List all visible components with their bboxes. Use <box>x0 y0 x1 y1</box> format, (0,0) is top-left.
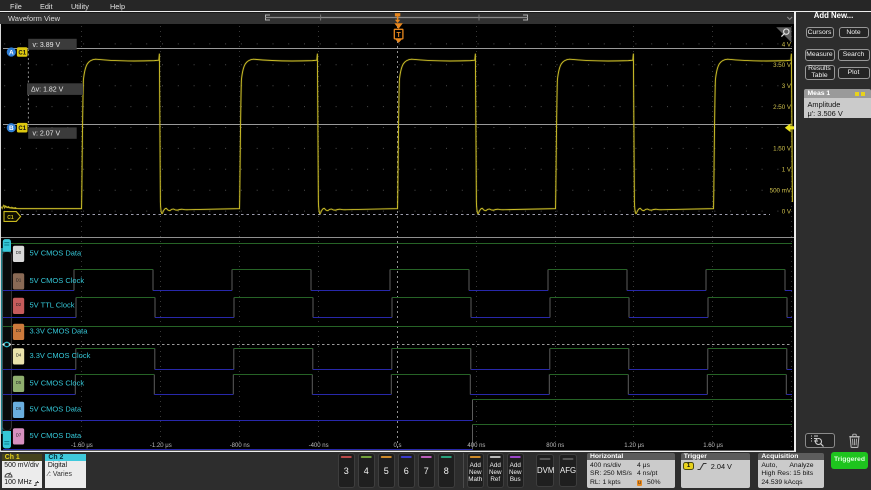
svg-text:Δv: 1.82 V: Δv: 1.82 V <box>31 87 64 94</box>
svg-text:C1: C1 <box>7 215 14 221</box>
svg-text:5V CMOS Clock: 5V CMOS Clock <box>30 379 85 388</box>
svg-text:C1: C1 <box>18 51 26 57</box>
svg-text:500 mV: 500 mV <box>770 187 792 194</box>
svg-text:400 ns: 400 ns <box>467 443 485 449</box>
svg-text:5V CMOS Data: 5V CMOS Data <box>30 249 83 258</box>
svg-text:2.50 V: 2.50 V <box>773 104 792 111</box>
svg-text:1.50 V: 1.50 V <box>773 146 792 153</box>
svg-text:4 V: 4 V <box>782 42 792 49</box>
svg-text:3.50 V: 3.50 V <box>773 62 792 69</box>
svg-text:-1.60 μs: -1.60 μs <box>71 443 93 449</box>
svg-text:5V TTL Clock: 5V TTL Clock <box>30 301 75 310</box>
svg-text:0 V: 0 V <box>782 208 792 215</box>
svg-text:5V CMOS Data: 5V CMOS Data <box>30 405 83 414</box>
svg-text:D1: D1 <box>16 278 22 283</box>
svg-text:Waveform View: Waveform View <box>8 14 61 23</box>
svg-text:1.20 μs: 1.20 μs <box>624 443 644 449</box>
svg-text:D7: D7 <box>16 433 22 438</box>
svg-text:T: T <box>396 32 401 39</box>
svg-text:v: 2.07 V: v: 2.07 V <box>33 131 61 138</box>
svg-text:D2: D2 <box>16 302 22 307</box>
svg-text:0 s: 0 s <box>393 443 401 449</box>
svg-text:3.3V CMOS Data: 3.3V CMOS Data <box>30 327 89 336</box>
svg-text:-1.20 μs: -1.20 μs <box>150 443 172 449</box>
svg-text:C1: C1 <box>18 126 26 132</box>
svg-text:D3: D3 <box>16 328 22 333</box>
svg-text:D4: D4 <box>16 353 22 358</box>
svg-text:-400 ns: -400 ns <box>309 443 329 449</box>
svg-text:D0: D0 <box>16 250 22 255</box>
svg-text:3 V: 3 V <box>782 83 792 90</box>
svg-text:3.3V CMOS Clock: 3.3V CMOS Clock <box>30 351 91 360</box>
svg-text:5V CMOS Data: 5V CMOS Data <box>30 431 83 440</box>
svg-text:800 ns: 800 ns <box>546 443 564 449</box>
svg-text:5V CMOS Clock: 5V CMOS Clock <box>30 276 85 285</box>
svg-text:A: A <box>9 49 14 56</box>
svg-text:1.60 μs: 1.60 μs <box>703 443 723 449</box>
svg-text:D5: D5 <box>16 380 22 385</box>
svg-text:-800 ns: -800 ns <box>230 443 250 449</box>
svg-text:1 V: 1 V <box>782 167 792 174</box>
svg-text:v: 3.89 V: v: 3.89 V <box>33 42 61 49</box>
svg-text:D6: D6 <box>16 406 22 411</box>
svg-text:B: B <box>9 125 14 132</box>
